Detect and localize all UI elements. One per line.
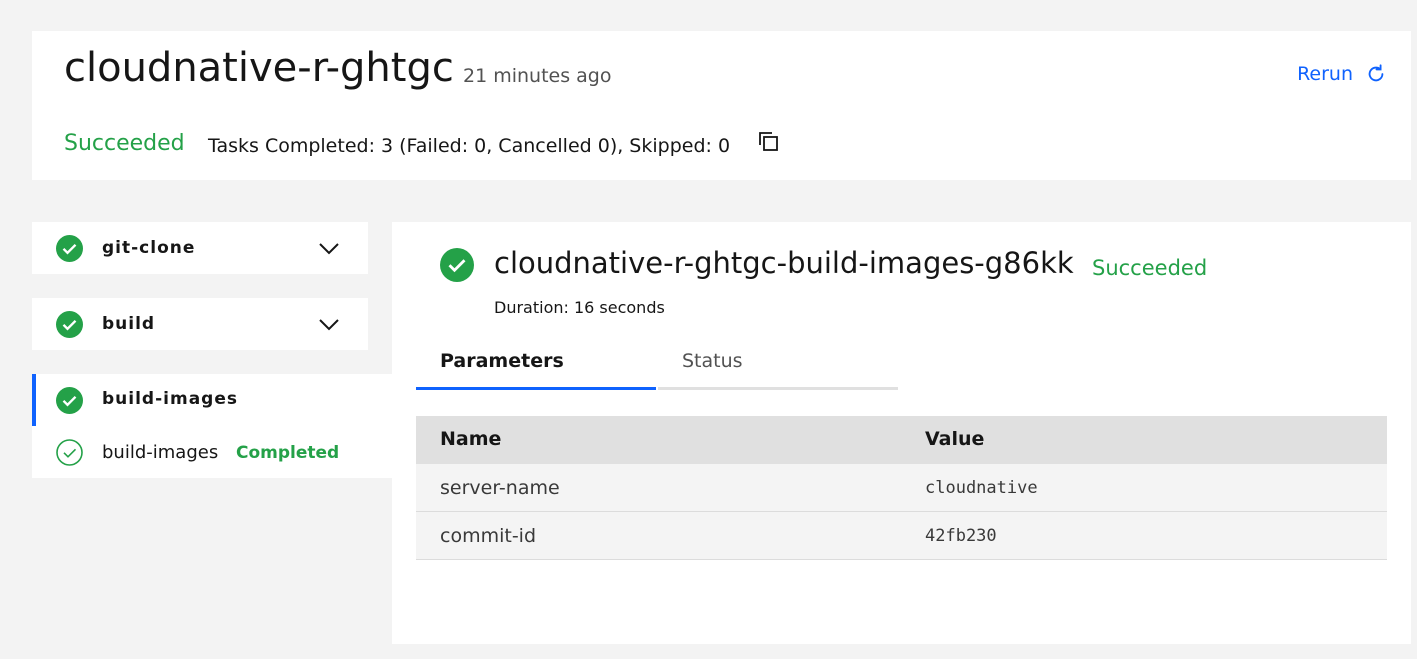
run-title: cloudnative-r-ghtgc <box>64 45 454 91</box>
tab-status[interactable]: Status <box>658 340 898 390</box>
completed-check-outline-icon <box>56 439 83 466</box>
detail-tabs: Parameters Status <box>416 340 898 390</box>
rerun-label: Rerun <box>1297 63 1353 85</box>
task-git-clone[interactable]: git-clone <box>32 222 368 274</box>
param-value: 42fb230 <box>925 526 997 546</box>
run-header: cloudnative-r-ghtgc 21 minutes ago Rerun… <box>32 31 1411 180</box>
chevron-down-icon[interactable] <box>318 239 340 257</box>
restart-icon <box>1368 64 1384 82</box>
copy-icon[interactable] <box>756 129 782 155</box>
chevron-down-icon[interactable] <box>318 315 340 333</box>
table-header: Name Value <box>416 416 1387 464</box>
task-detail-panel: cloudnative-r-ghtgc-build-images-g86kk S… <box>392 222 1411 644</box>
task-label: git-clone <box>102 238 196 258</box>
success-check-icon <box>56 235 83 262</box>
tab-parameters[interactable]: Parameters <box>416 340 656 390</box>
rerun-button[interactable]: Rerun <box>1297 63 1387 85</box>
table-row: server-name cloudnative <box>416 464 1387 512</box>
success-check-icon <box>56 311 83 338</box>
taskrun-title: cloudnative-r-ghtgc-build-images-g86kk <box>494 246 1074 280</box>
parameters-table: Name Value server-name cloudnative commi… <box>416 416 1387 560</box>
column-header-value: Value <box>925 428 985 450</box>
task-header[interactable]: build-images <box>32 374 392 426</box>
run-status: Succeeded <box>64 131 185 156</box>
success-check-icon <box>440 248 474 282</box>
step-status: Completed <box>236 443 340 463</box>
table-row: commit-id 42fb230 <box>416 512 1387 560</box>
taskrun-status: Succeeded <box>1092 256 1208 280</box>
column-header-name: Name <box>440 428 502 450</box>
param-value: cloudnative <box>925 478 1038 498</box>
task-label: build-images <box>102 389 238 409</box>
taskrun-duration: Duration: 16 seconds <box>494 298 665 317</box>
task-build-images: build-images build-images Completed <box>32 374 392 478</box>
run-age: 21 minutes ago <box>463 65 612 87</box>
param-name: server-name <box>440 477 560 499</box>
success-check-icon <box>56 387 83 414</box>
param-name: commit-id <box>440 525 537 547</box>
step-item[interactable]: build-images Completed <box>32 426 392 478</box>
step-label: build-images <box>102 442 219 463</box>
task-build[interactable]: build <box>32 298 368 350</box>
task-summary: Tasks Completed: 3 (Failed: 0, Cancelled… <box>208 135 731 157</box>
task-label: build <box>102 314 156 334</box>
